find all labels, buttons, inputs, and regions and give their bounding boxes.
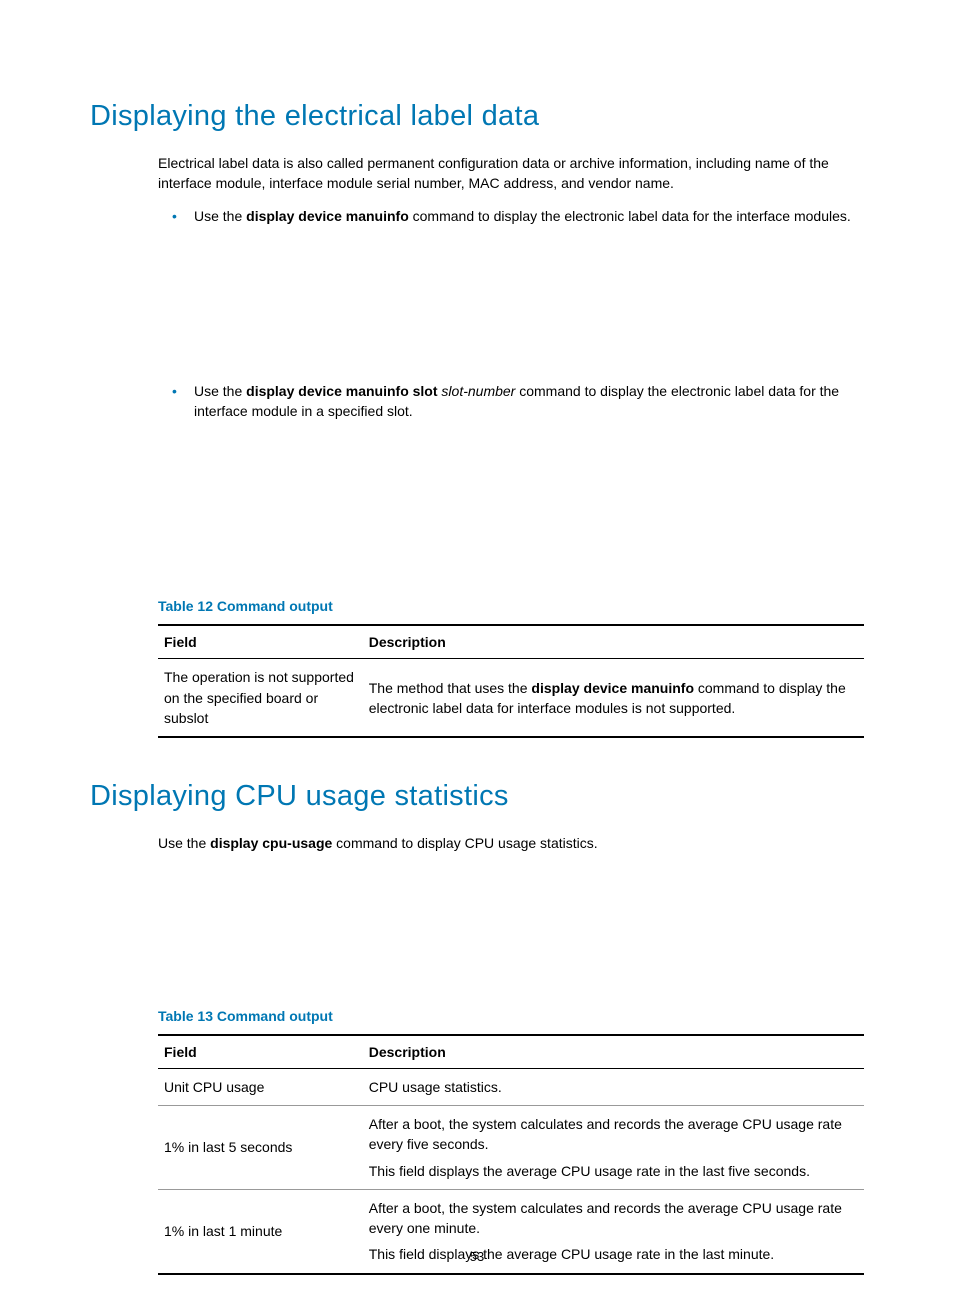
section-heading-cpu-usage: Displaying CPU usage statistics xyxy=(90,780,864,813)
intro-paragraph: Use the display cpu-usage command to dis… xyxy=(158,833,864,853)
table-cell-field: 1% in last 5 seconds xyxy=(158,1105,363,1189)
bullet-item: Use the display device manuinfo slot slo… xyxy=(158,381,864,422)
table-header-field: Field xyxy=(158,1035,363,1069)
bullet-text-after: command to display the electronic label … xyxy=(409,208,851,224)
bullet-text-prefix: Use the xyxy=(194,383,246,399)
table-cell-field: Unit CPU usage xyxy=(158,1068,363,1105)
page-number: 53 xyxy=(0,1249,954,1264)
bullet-command-italic: slot-number xyxy=(438,383,516,399)
table-row: Unit CPU usage CPU usage statistics. xyxy=(158,1068,864,1105)
table-caption: Table 12 Command output xyxy=(158,598,864,614)
table-header-field: Field xyxy=(158,625,363,659)
table-header-description: Description xyxy=(363,625,864,659)
intro-paragraph: Electrical label data is also called per… xyxy=(158,153,864,194)
command-output-table: Field Description Unit CPU usage CPU usa… xyxy=(158,1034,864,1275)
table-cell-description: After a boot, the system calculates and … xyxy=(363,1105,864,1189)
table-row: The operation is not supported on the sp… xyxy=(158,659,864,737)
bullet-command-bold: display device manuinfo xyxy=(246,208,409,224)
table-cell-description: The method that uses the display device … xyxy=(363,659,864,737)
table-row: 1% in last 5 seconds After a boot, the s… xyxy=(158,1105,864,1189)
bullet-text-prefix: Use the xyxy=(194,208,246,224)
table-cell-field: The operation is not supported on the sp… xyxy=(158,659,363,737)
section-heading-electrical-label: Displaying the electrical label data xyxy=(90,100,864,133)
table-header-description: Description xyxy=(363,1035,864,1069)
bullet-command-bold: display device manuinfo slot xyxy=(246,383,437,399)
command-output-table: Field Description The operation is not s… xyxy=(158,624,864,738)
table-caption: Table 13 Command output xyxy=(158,1008,864,1024)
bullet-item: Use the display device manuinfo command … xyxy=(158,206,864,226)
table-cell-description: CPU usage statistics. xyxy=(363,1068,864,1105)
